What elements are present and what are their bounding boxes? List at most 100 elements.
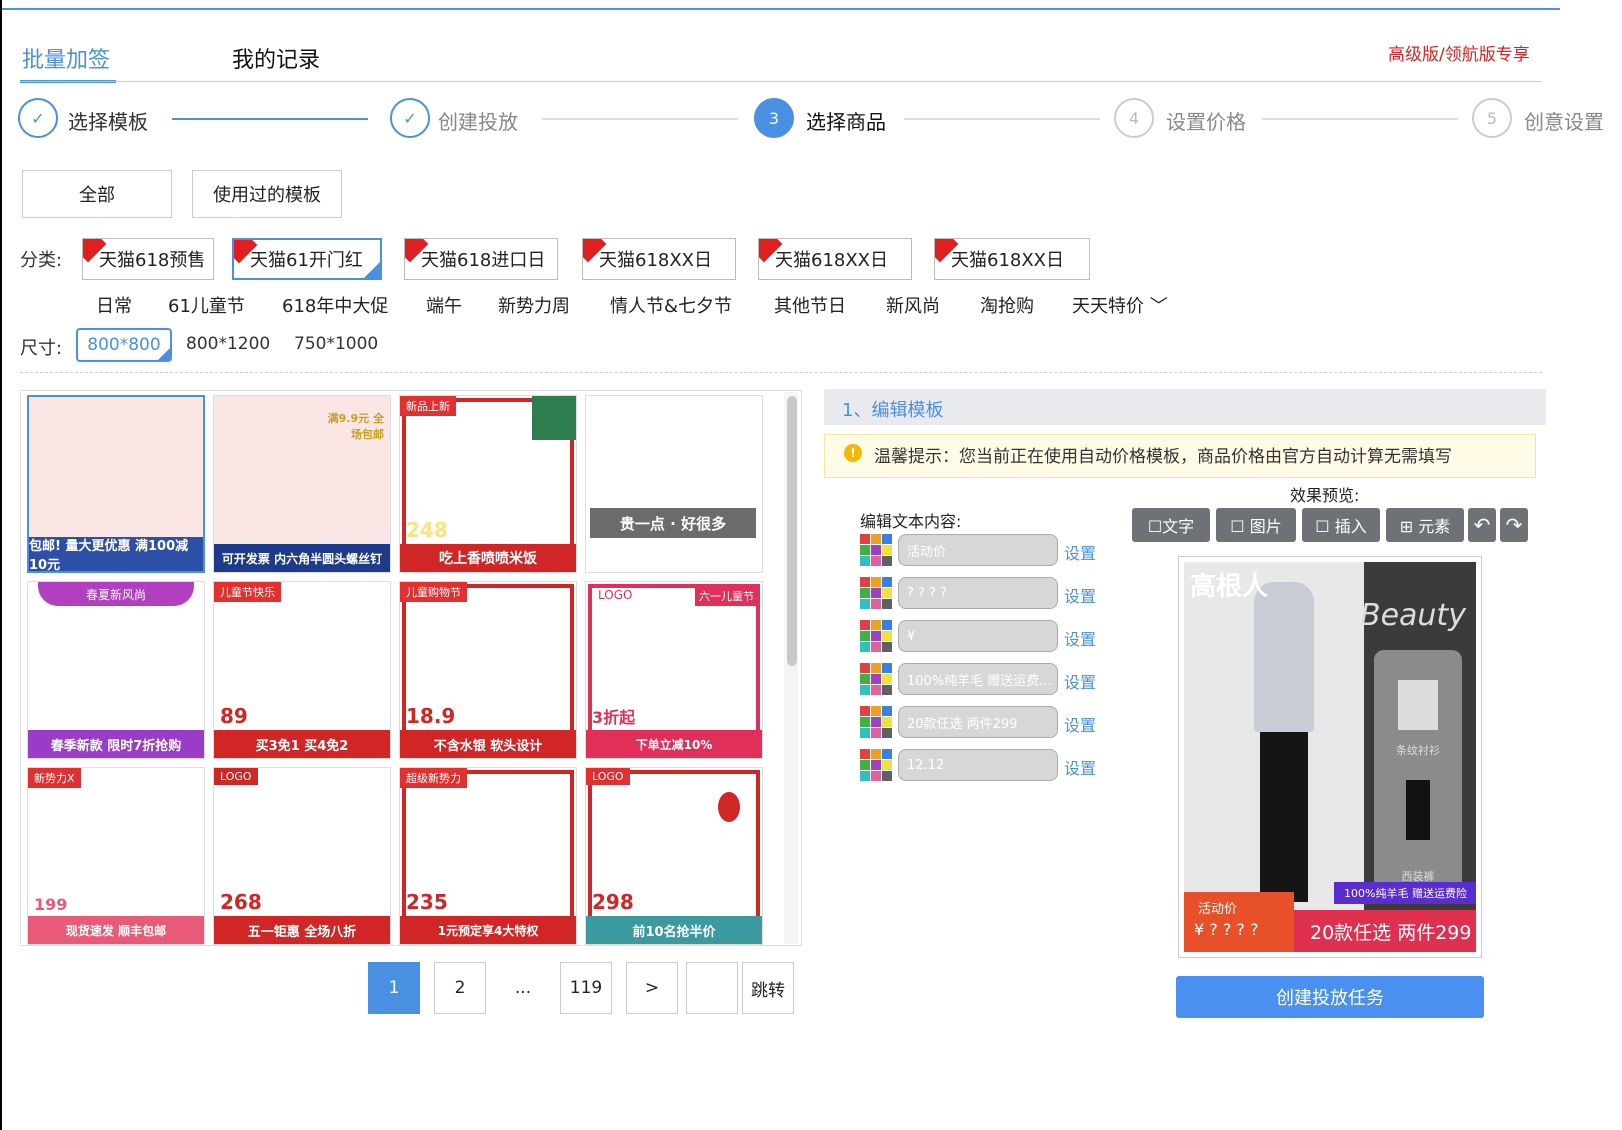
logo-placeholder: LOGO	[586, 768, 630, 785]
template-top-tag: 超级新势力	[400, 768, 467, 788]
add-image-button[interactable]: ☐ 图片	[1216, 508, 1296, 542]
template-caption: 下单立减10%	[586, 730, 762, 758]
step-connector	[542, 118, 738, 120]
category-tmall61[interactable]: 天猫61开门红	[232, 238, 382, 280]
field-4-set-link[interactable]: 设置	[1064, 669, 1096, 693]
tab-batch-sign[interactable]: 批量加签	[22, 42, 110, 74]
field-6-set-link[interactable]: 设置	[1064, 755, 1096, 779]
category-tmall618-import[interactable]: 天猫618进口日	[404, 238, 558, 280]
color-palette-icon[interactable]	[860, 620, 892, 652]
category-label: 分类:	[20, 250, 63, 271]
category-text: 天猫618进口日	[421, 250, 546, 271]
size-800x800[interactable]: 800*800	[76, 328, 172, 362]
text-field-6[interactable]: 12.12	[898, 749, 1058, 781]
subcategory-new-power-week[interactable]: 新势力周	[498, 292, 570, 318]
template-thumb[interactable]: 儿童节快乐 买3免1 买4免2 89	[213, 581, 391, 759]
step-2-label: 创建投放	[438, 110, 518, 134]
template-grid: 包邮! 量大更优惠 满100减10元 满9.9元 全场包邮 可开发票 内六角半圆…	[20, 390, 802, 946]
template-caption: 1元预定享4大特权	[400, 916, 576, 944]
redo-icon[interactable]: ↷	[1500, 508, 1528, 542]
category-tmall618-presale[interactable]: 天猫618预售	[82, 238, 214, 280]
text-field-5[interactable]: 20款任选 两件299	[898, 706, 1058, 738]
subcategory-daily[interactable]: 日常	[96, 292, 132, 318]
template-top-tag: 儿童购物节	[400, 582, 467, 602]
filter-used-templates-button[interactable]: 使用过的模板	[192, 170, 342, 218]
template-thumb[interactable]: 满9.9元 全场包邮 可开发票 内六角半圆头螺丝钉	[213, 395, 391, 573]
subcategory-flash-sale[interactable]: 淘抢购	[980, 292, 1034, 318]
page-119-button[interactable]: 119	[560, 962, 612, 1014]
undo-icon[interactable]: ↶	[1468, 508, 1496, 542]
template-thumb[interactable]: 儿童购物节 不含水银 软头设计 18.9	[399, 581, 577, 759]
template-caption: 吃上香喷喷米饭	[400, 544, 576, 572]
size-750x1000[interactable]: 750*1000	[294, 334, 378, 354]
size-800x1200[interactable]: 800*1200	[186, 334, 270, 354]
template-thumb[interactable]: 贵一点 · 好很多	[585, 395, 763, 573]
subcategory-dragon-boat[interactable]: 端午	[426, 292, 462, 318]
page: 批量加签 我的记录 高级版/领航版专享 ✓ 选择模板 ✓ 创建投放 3 选择商品…	[0, 0, 1622, 1130]
add-text-button[interactable]: ☐文字	[1132, 508, 1210, 542]
subcategory-new-fashion[interactable]: 新风尚	[886, 292, 940, 318]
color-palette-icon[interactable]	[860, 577, 892, 609]
elements-button[interactable]: ⊞ 元素	[1386, 508, 1464, 542]
page-1-button[interactable]: 1	[368, 962, 420, 1014]
subcategory-valentine[interactable]: 情人节&七夕节	[610, 292, 732, 318]
field-3-set-link[interactable]: 设置	[1064, 626, 1096, 650]
product-card: 条纹衬衫 西装裤	[1374, 650, 1462, 900]
create-campaign-button[interactable]: 创建投放任务	[1176, 976, 1484, 1018]
template-price: 248	[406, 518, 448, 542]
template-corner-text: 六一儿童节	[695, 586, 758, 606]
step-1-check-icon: ✓	[18, 98, 58, 138]
color-palette-icon[interactable]	[860, 663, 892, 695]
panel-title: 1、编辑模板	[842, 400, 944, 421]
shirt-icon	[1398, 680, 1438, 730]
category-tmall618-xx-2[interactable]: 天猫618XX日	[758, 238, 912, 280]
template-top-tag: 新品上新	[400, 396, 456, 416]
jump-button[interactable]: 跳转	[742, 962, 794, 1014]
filter-all-button[interactable]: 全部	[22, 170, 172, 218]
subcategory-daily-special[interactable]: 天天特价 ﹀	[1072, 292, 1168, 318]
field-5-set-link[interactable]: 设置	[1064, 712, 1096, 736]
template-thumb[interactable]: LOGO 五一钜惠 全场八折 268	[213, 767, 391, 945]
template-thumb[interactable]: 包邮! 量大更优惠 满100减10元	[27, 395, 205, 573]
template-thumb[interactable]: 超级新势力 1元预定享4大特权 235	[399, 767, 577, 945]
step-5-number: 5	[1472, 98, 1512, 138]
template-thumb[interactable]: 春夏新风尚 春季新款 限时7折抢购	[27, 581, 205, 759]
trousers-shape	[1260, 732, 1308, 902]
page-jump-input[interactable]	[686, 962, 738, 1014]
category-tmall618-xx-1[interactable]: 天猫618XX日	[582, 238, 736, 280]
preview-activity-label: 活动价	[1198, 902, 1238, 917]
template-caption: 现货速发 顺丰包邮	[28, 916, 204, 944]
text-field-1[interactable]: 活动价	[898, 534, 1058, 566]
subcategory-other-holidays[interactable]: 其他节日	[774, 292, 846, 318]
next-page-button[interactable]: >	[626, 962, 678, 1014]
step-5-label: 创意设置	[1524, 110, 1604, 134]
step-3-number: 3	[754, 98, 794, 138]
color-palette-icon[interactable]	[860, 749, 892, 781]
step-4-label: 设置价格	[1166, 110, 1246, 134]
grid-scrollbar-thumb[interactable]	[787, 396, 797, 666]
category-text: 天猫61开门红	[250, 250, 363, 271]
subcategory-618-sale[interactable]: 618年中大促	[282, 292, 388, 318]
subcategory-childrens-day[interactable]: 61儿童节	[168, 292, 245, 318]
page-2-button[interactable]: 2	[434, 962, 486, 1014]
category-tmall618-xx-3[interactable]: 天猫618XX日	[934, 238, 1090, 280]
template-thumb[interactable]: LOGO 前10名抢半价 298	[585, 767, 763, 945]
text-field-4[interactable]: 100%纯羊毛 赠送运费...	[898, 663, 1058, 695]
step-connector	[172, 118, 368, 120]
field-2-set-link[interactable]: 设置	[1064, 583, 1096, 607]
field-1-set-link[interactable]: 设置	[1064, 540, 1096, 564]
step-4-number: 4	[1114, 98, 1154, 138]
warning-icon: !	[844, 444, 862, 462]
color-palette-icon[interactable]	[860, 534, 892, 566]
tab-my-records[interactable]: 我的记录	[232, 42, 320, 74]
step-connector	[904, 118, 1100, 120]
template-thumb[interactable]: LOGO 六一儿童节 下单立减10% 3折起	[585, 581, 763, 759]
text-field-3[interactable]: ¥	[898, 620, 1058, 652]
color-palette-icon[interactable]	[860, 706, 892, 738]
insert-button[interactable]: ☐ 插入	[1302, 508, 1380, 542]
template-caption: 前10名抢半价	[586, 916, 762, 944]
template-thumb[interactable]: 新势力X 现货速发 顺丰包邮 199	[27, 767, 205, 945]
text-field-2[interactable]: ? ? ? ?	[898, 577, 1058, 609]
premium-notice: 高级版/领航版专享	[1388, 45, 1530, 65]
template-thumb[interactable]: 新品上新 吃上香喷喷米饭 248	[399, 395, 577, 573]
